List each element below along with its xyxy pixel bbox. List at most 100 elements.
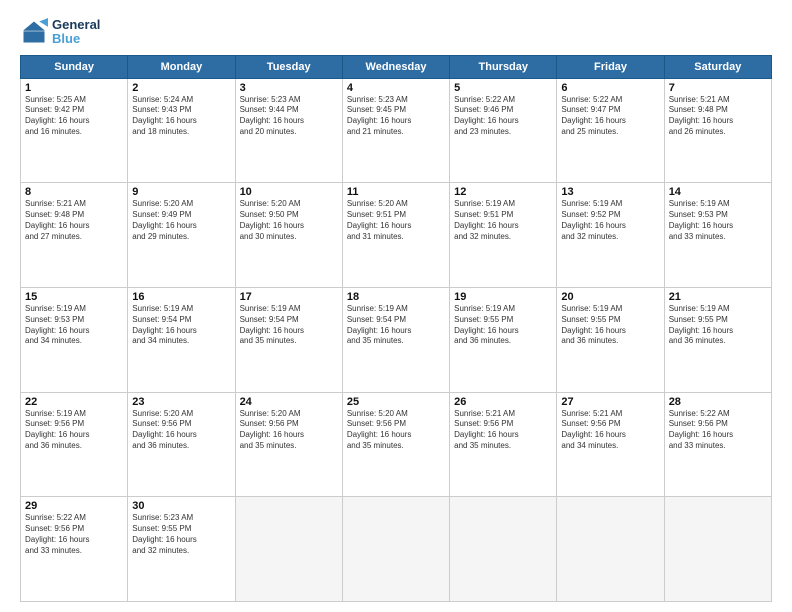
day-info: Sunrise: 5:19 AM Sunset: 9:53 PM Dayligh…: [669, 199, 767, 242]
calendar-cell: 25Sunrise: 5:20 AM Sunset: 9:56 PM Dayli…: [342, 392, 449, 497]
logo: General Blue: [20, 18, 100, 47]
day-info: Sunrise: 5:20 AM Sunset: 9:56 PM Dayligh…: [132, 409, 230, 452]
calendar-cell: 21Sunrise: 5:19 AM Sunset: 9:55 PM Dayli…: [664, 287, 771, 392]
calendar-cell: 16Sunrise: 5:19 AM Sunset: 9:54 PM Dayli…: [128, 287, 235, 392]
day-number: 18: [347, 291, 445, 303]
calendar-cell: [342, 497, 449, 602]
calendar-cell: 26Sunrise: 5:21 AM Sunset: 9:56 PM Dayli…: [450, 392, 557, 497]
day-number: 17: [240, 291, 338, 303]
day-number: 9: [132, 186, 230, 198]
calendar-week-row: 22Sunrise: 5:19 AM Sunset: 9:56 PM Dayli…: [21, 392, 772, 497]
day-info: Sunrise: 5:22 AM Sunset: 9:56 PM Dayligh…: [669, 409, 767, 452]
calendar-cell: 3Sunrise: 5:23 AM Sunset: 9:44 PM Daylig…: [235, 78, 342, 183]
day-info: Sunrise: 5:22 AM Sunset: 9:56 PM Dayligh…: [25, 513, 123, 556]
day-info: Sunrise: 5:19 AM Sunset: 9:53 PM Dayligh…: [25, 304, 123, 347]
day-number: 4: [347, 82, 445, 94]
day-info: Sunrise: 5:19 AM Sunset: 9:54 PM Dayligh…: [240, 304, 338, 347]
day-number: 11: [347, 186, 445, 198]
day-number: 26: [454, 396, 552, 408]
day-info: Sunrise: 5:23 AM Sunset: 9:55 PM Dayligh…: [132, 513, 230, 556]
day-info: Sunrise: 5:19 AM Sunset: 9:54 PM Dayligh…: [347, 304, 445, 347]
day-number: 15: [25, 291, 123, 303]
calendar-cell: 17Sunrise: 5:19 AM Sunset: 9:54 PM Dayli…: [235, 287, 342, 392]
calendar-cell: 24Sunrise: 5:20 AM Sunset: 9:56 PM Dayli…: [235, 392, 342, 497]
day-info: Sunrise: 5:19 AM Sunset: 9:55 PM Dayligh…: [669, 304, 767, 347]
calendar-cell: 5Sunrise: 5:22 AM Sunset: 9:46 PM Daylig…: [450, 78, 557, 183]
day-info: Sunrise: 5:24 AM Sunset: 9:43 PM Dayligh…: [132, 95, 230, 138]
day-info: Sunrise: 5:19 AM Sunset: 9:51 PM Dayligh…: [454, 199, 552, 242]
day-number: 29: [25, 500, 123, 512]
day-number: 2: [132, 82, 230, 94]
day-info: Sunrise: 5:19 AM Sunset: 9:55 PM Dayligh…: [454, 304, 552, 347]
calendar-week-row: 8Sunrise: 5:21 AM Sunset: 9:48 PM Daylig…: [21, 183, 772, 288]
day-number: 5: [454, 82, 552, 94]
calendar-header-row: SundayMondayTuesdayWednesdayThursdayFrid…: [21, 55, 772, 78]
calendar-cell: [235, 497, 342, 602]
day-info: Sunrise: 5:20 AM Sunset: 9:56 PM Dayligh…: [347, 409, 445, 452]
calendar-cell: 20Sunrise: 5:19 AM Sunset: 9:55 PM Dayli…: [557, 287, 664, 392]
calendar-cell: 27Sunrise: 5:21 AM Sunset: 9:56 PM Dayli…: [557, 392, 664, 497]
calendar-table: SundayMondayTuesdayWednesdayThursdayFrid…: [20, 55, 772, 602]
calendar-cell: 15Sunrise: 5:19 AM Sunset: 9:53 PM Dayli…: [21, 287, 128, 392]
day-number: 16: [132, 291, 230, 303]
calendar-cell: 4Sunrise: 5:23 AM Sunset: 9:45 PM Daylig…: [342, 78, 449, 183]
calendar-cell: [450, 497, 557, 602]
calendar-cell: 18Sunrise: 5:19 AM Sunset: 9:54 PM Dayli…: [342, 287, 449, 392]
day-number: 14: [669, 186, 767, 198]
calendar-cell: 11Sunrise: 5:20 AM Sunset: 9:51 PM Dayli…: [342, 183, 449, 288]
day-number: 20: [561, 291, 659, 303]
day-number: 1: [25, 82, 123, 94]
day-info: Sunrise: 5:23 AM Sunset: 9:45 PM Dayligh…: [347, 95, 445, 138]
day-info: Sunrise: 5:20 AM Sunset: 9:51 PM Dayligh…: [347, 199, 445, 242]
day-info: Sunrise: 5:21 AM Sunset: 9:48 PM Dayligh…: [669, 95, 767, 138]
calendar-cell: 1Sunrise: 5:25 AM Sunset: 9:42 PM Daylig…: [21, 78, 128, 183]
day-number: 21: [669, 291, 767, 303]
day-number: 12: [454, 186, 552, 198]
day-number: 19: [454, 291, 552, 303]
day-number: 22: [25, 396, 123, 408]
calendar-cell: 12Sunrise: 5:19 AM Sunset: 9:51 PM Dayli…: [450, 183, 557, 288]
day-info: Sunrise: 5:20 AM Sunset: 9:56 PM Dayligh…: [240, 409, 338, 452]
day-info: Sunrise: 5:25 AM Sunset: 9:42 PM Dayligh…: [25, 95, 123, 138]
day-number: 3: [240, 82, 338, 94]
calendar-cell: 23Sunrise: 5:20 AM Sunset: 9:56 PM Dayli…: [128, 392, 235, 497]
calendar-week-row: 1Sunrise: 5:25 AM Sunset: 9:42 PM Daylig…: [21, 78, 772, 183]
day-info: Sunrise: 5:20 AM Sunset: 9:50 PM Dayligh…: [240, 199, 338, 242]
calendar-cell: 2Sunrise: 5:24 AM Sunset: 9:43 PM Daylig…: [128, 78, 235, 183]
header: General Blue: [20, 18, 772, 47]
calendar-cell: 29Sunrise: 5:22 AM Sunset: 9:56 PM Dayli…: [21, 497, 128, 602]
calendar-header-friday: Friday: [557, 55, 664, 78]
calendar-cell: 9Sunrise: 5:20 AM Sunset: 9:49 PM Daylig…: [128, 183, 235, 288]
day-number: 13: [561, 186, 659, 198]
calendar-header-monday: Monday: [128, 55, 235, 78]
day-info: Sunrise: 5:21 AM Sunset: 9:56 PM Dayligh…: [561, 409, 659, 452]
calendar-cell: 10Sunrise: 5:20 AM Sunset: 9:50 PM Dayli…: [235, 183, 342, 288]
logo-text: General Blue: [52, 18, 100, 47]
logo-icon: [20, 18, 48, 46]
calendar-header-wednesday: Wednesday: [342, 55, 449, 78]
day-number: 8: [25, 186, 123, 198]
calendar-cell: 7Sunrise: 5:21 AM Sunset: 9:48 PM Daylig…: [664, 78, 771, 183]
day-info: Sunrise: 5:19 AM Sunset: 9:55 PM Dayligh…: [561, 304, 659, 347]
page: General Blue SundayMondayTuesdayWednesda…: [0, 0, 792, 612]
calendar-cell: [557, 497, 664, 602]
day-number: 6: [561, 82, 659, 94]
day-number: 25: [347, 396, 445, 408]
day-number: 24: [240, 396, 338, 408]
day-info: Sunrise: 5:19 AM Sunset: 9:54 PM Dayligh…: [132, 304, 230, 347]
day-number: 27: [561, 396, 659, 408]
calendar-cell: 8Sunrise: 5:21 AM Sunset: 9:48 PM Daylig…: [21, 183, 128, 288]
day-info: Sunrise: 5:20 AM Sunset: 9:49 PM Dayligh…: [132, 199, 230, 242]
calendar-cell: 22Sunrise: 5:19 AM Sunset: 9:56 PM Dayli…: [21, 392, 128, 497]
day-info: Sunrise: 5:19 AM Sunset: 9:52 PM Dayligh…: [561, 199, 659, 242]
calendar-cell: 6Sunrise: 5:22 AM Sunset: 9:47 PM Daylig…: [557, 78, 664, 183]
day-info: Sunrise: 5:19 AM Sunset: 9:56 PM Dayligh…: [25, 409, 123, 452]
calendar-week-row: 15Sunrise: 5:19 AM Sunset: 9:53 PM Dayli…: [21, 287, 772, 392]
day-number: 23: [132, 396, 230, 408]
day-info: Sunrise: 5:21 AM Sunset: 9:56 PM Dayligh…: [454, 409, 552, 452]
calendar-cell: [664, 497, 771, 602]
calendar-cell: 19Sunrise: 5:19 AM Sunset: 9:55 PM Dayli…: [450, 287, 557, 392]
calendar-header-thursday: Thursday: [450, 55, 557, 78]
calendar-cell: 28Sunrise: 5:22 AM Sunset: 9:56 PM Dayli…: [664, 392, 771, 497]
day-info: Sunrise: 5:21 AM Sunset: 9:48 PM Dayligh…: [25, 199, 123, 242]
